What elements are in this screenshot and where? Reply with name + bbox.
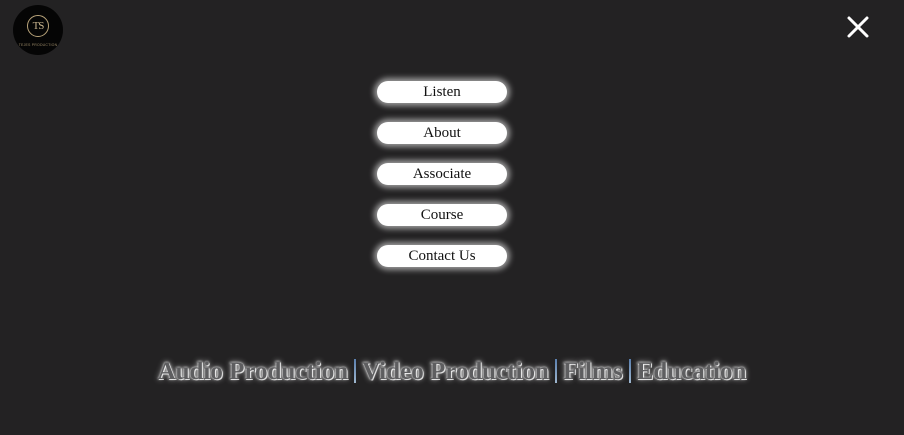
tagline-separator: [628, 359, 631, 383]
menu-item-listen[interactable]: Listen: [377, 81, 507, 103]
menu-item-about[interactable]: About: [377, 122, 507, 144]
services-tagline: Audio Production Video Production Films Edu…: [0, 356, 904, 388]
tagline-audio-production: Audio Production: [157, 358, 349, 385]
tagline-education: Education: [636, 358, 747, 385]
menu-overlay: TS TEJES PRODUCTION Listen About Associa…: [0, 0, 904, 435]
tagline-separator: [554, 359, 557, 383]
close-button[interactable]: [845, 14, 871, 40]
tagline-separator: [354, 359, 357, 383]
tagline-films: Films: [562, 358, 623, 385]
tagline-video-production: Video Production: [362, 358, 549, 385]
main-menu: Listen About Associate Course Contact Us: [377, 81, 507, 286]
menu-item-associate[interactable]: Associate: [377, 163, 507, 185]
brand-logo[interactable]: TS TEJES PRODUCTION: [13, 5, 63, 55]
menu-item-contact-us[interactable]: Contact Us: [377, 245, 507, 267]
close-icon: [847, 16, 869, 38]
logo-monogram: TS: [32, 20, 45, 32]
logo-subtitle: TEJES PRODUCTION: [18, 43, 58, 47]
menu-item-course[interactable]: Course: [377, 204, 507, 226]
